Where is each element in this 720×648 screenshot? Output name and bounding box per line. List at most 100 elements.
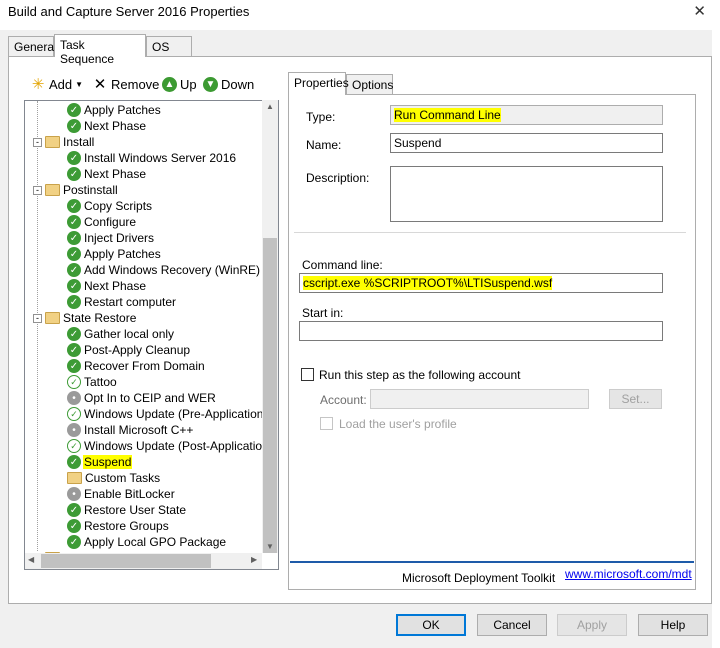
tree-step[interactable]: • Install Microsoft C++ (67, 422, 194, 438)
remove-x-icon: ✕ (93, 76, 107, 93)
tree-step[interactable]: ✓ Add Windows Recovery (WinRE) (67, 262, 261, 278)
tree-step[interactable]: ✓ Restore User State (67, 502, 187, 518)
disabled-step-icon: • (67, 423, 81, 437)
green-check-icon: ✓ (67, 327, 81, 341)
tree-step[interactable]: ✓ Next Phase (67, 278, 147, 294)
command-line-field[interactable]: cscript.exe %SCRIPTROOT%\LTISuspend.wsf (299, 273, 663, 293)
up-label: Up (180, 76, 197, 92)
tab-options-label: Options (352, 78, 394, 92)
tree-step[interactable]: ✓ Gather local only (67, 326, 175, 342)
tab-general[interactable]: General (8, 36, 57, 56)
tree-step[interactable]: ✓ Apply Patches (67, 102, 162, 118)
ok-button[interactable]: OK (396, 614, 466, 636)
cancel-button[interactable]: Cancel (477, 614, 547, 636)
down-button[interactable]: ▼ Down (203, 74, 254, 94)
green-check-icon: ✓ (67, 103, 81, 117)
tab-options[interactable]: Options (346, 74, 393, 95)
set-button-label: Set... (621, 392, 650, 406)
check-outline-icon: ✓ (67, 407, 81, 421)
up-arrow-icon: ▲ (162, 76, 177, 92)
tree-step[interactable]: ✓ Windows Update (Pre-Application Inst (67, 406, 278, 422)
load-profile-checkbox[interactable] (320, 417, 333, 430)
vertical-scroll-thumb[interactable] (263, 238, 277, 553)
folder-icon (45, 184, 60, 196)
collapse-icon[interactable]: - (33, 185, 42, 195)
name-value: Suspend (394, 136, 442, 150)
tree-vertical-scrollbar[interactable]: ▲ ▼ (262, 100, 278, 553)
tab-os-info[interactable]: OS Info (146, 36, 192, 68)
tree-step[interactable]: ✓ Apply Patches (67, 246, 162, 262)
tree-group[interactable]: - State Restore (33, 310, 137, 326)
tree-step[interactable]: ✓ Inject Drivers (67, 230, 155, 246)
tree-group[interactable]: - Postinstall (33, 182, 119, 198)
tree-step[interactable]: ✓ Suspend (67, 454, 133, 470)
description-label: Description: (306, 171, 370, 185)
green-check-icon: ✓ (67, 151, 81, 165)
tab-properties[interactable]: Properties (288, 72, 349, 95)
tree-item-label: Install Windows Server 2016 (84, 151, 237, 165)
tree-step[interactable]: ✓ Next Phase (67, 118, 147, 134)
account-field[interactable] (370, 389, 589, 409)
tree-step[interactable]: ✓ Next Phase (67, 166, 147, 182)
task-sequence-tree[interactable]: ✓ Apply Patches ✓ Next Phase - Install ✓ Instal… (24, 100, 279, 570)
tree-group[interactable]: Custom Tasks (67, 470, 161, 486)
horizontal-scroll-thumb[interactable] (41, 554, 211, 568)
tree-step[interactable]: ✓ Install Windows Server 2016 (67, 150, 237, 166)
set-button[interactable]: Set... (609, 389, 662, 409)
scroll-down-icon[interactable]: ▼ (266, 542, 274, 551)
tree-horizontal-scrollbar[interactable]: ◀ ▶ (25, 553, 262, 569)
tree-step[interactable]: ✓ Post-Apply Cleanup (67, 342, 191, 358)
folder-icon (45, 136, 60, 148)
tree-item-label: Apply Patches (84, 103, 161, 117)
tree-step[interactable]: • Opt In to CEIP and WER (67, 390, 217, 406)
scroll-right-icon[interactable]: ▶ (251, 555, 257, 564)
tree-step[interactable]: ✓ Apply Local GPO Package (67, 534, 227, 550)
section-divider (294, 232, 686, 233)
collapse-icon[interactable]: - (33, 137, 42, 147)
mdt-link[interactable]: www.microsoft.com/mdt (565, 567, 692, 581)
add-star-icon: ✳ (31, 76, 45, 93)
scroll-up-icon[interactable]: ▲ (266, 102, 274, 111)
green-check-icon: ✓ (67, 279, 81, 293)
tree-item-label: Gather local only (84, 327, 175, 341)
green-check-icon: ✓ (67, 199, 81, 213)
tree-step[interactable]: ✓ Recover From Domain (67, 358, 206, 374)
close-icon[interactable]: ✕ (693, 2, 706, 20)
title-bar: Build and Capture Server 2016 Properties… (0, 0, 720, 30)
apply-button[interactable]: Apply (557, 614, 627, 636)
apply-label: Apply (576, 618, 608, 632)
tree-step[interactable]: ✓ Tattoo (67, 374, 118, 390)
tree-item-label: Post-Apply Cleanup (84, 343, 191, 357)
green-check-icon: ✓ (67, 231, 81, 245)
run-as-checkbox[interactable] (301, 368, 314, 381)
start-in-field[interactable] (299, 321, 663, 341)
green-check-icon: ✓ (67, 119, 81, 133)
add-button[interactable]: ✳ Add ▼ (30, 74, 83, 94)
tree-item-label: Apply Local GPO Package (84, 535, 227, 549)
tree-step[interactable]: ✓ Copy Scripts (67, 198, 153, 214)
window-title: Build and Capture Server 2016 Properties (8, 4, 250, 19)
dropdown-arrow-icon: ▼ (75, 79, 84, 89)
folder-icon (45, 312, 60, 324)
tree-step[interactable]: ✓ Configure (67, 214, 137, 230)
disabled-step-icon: • (67, 391, 81, 405)
description-field[interactable] (390, 166, 663, 222)
scroll-left-icon[interactable]: ◀ (28, 555, 34, 564)
tree-step[interactable]: • Enable BitLocker (67, 486, 176, 502)
tree-step[interactable]: ✓ Windows Update (Post-Application Ins (67, 438, 278, 454)
green-check-icon: ✓ (67, 167, 81, 181)
help-button[interactable]: Help (638, 614, 708, 636)
collapse-icon[interactable]: - (33, 313, 42, 323)
tree-item-label: Opt In to CEIP and WER (84, 391, 216, 405)
tree-step[interactable]: ✓ Restore Groups (67, 518, 170, 534)
tree-step[interactable]: ✓ Restart computer (67, 294, 177, 310)
remove-button[interactable]: ✕ Remove (92, 74, 160, 94)
name-field[interactable]: Suspend (390, 133, 663, 153)
up-button[interactable]: ▲ Up (162, 74, 197, 94)
ok-label: OK (422, 618, 440, 632)
tab-task-sequence[interactable]: Task Sequence (54, 34, 146, 66)
tree-item-label: Restore Groups (84, 519, 169, 533)
tree-item-label: Next Phase (84, 279, 147, 293)
tree-group[interactable]: - Install (33, 134, 95, 150)
tree-item-label: Enable BitLocker (84, 487, 175, 501)
